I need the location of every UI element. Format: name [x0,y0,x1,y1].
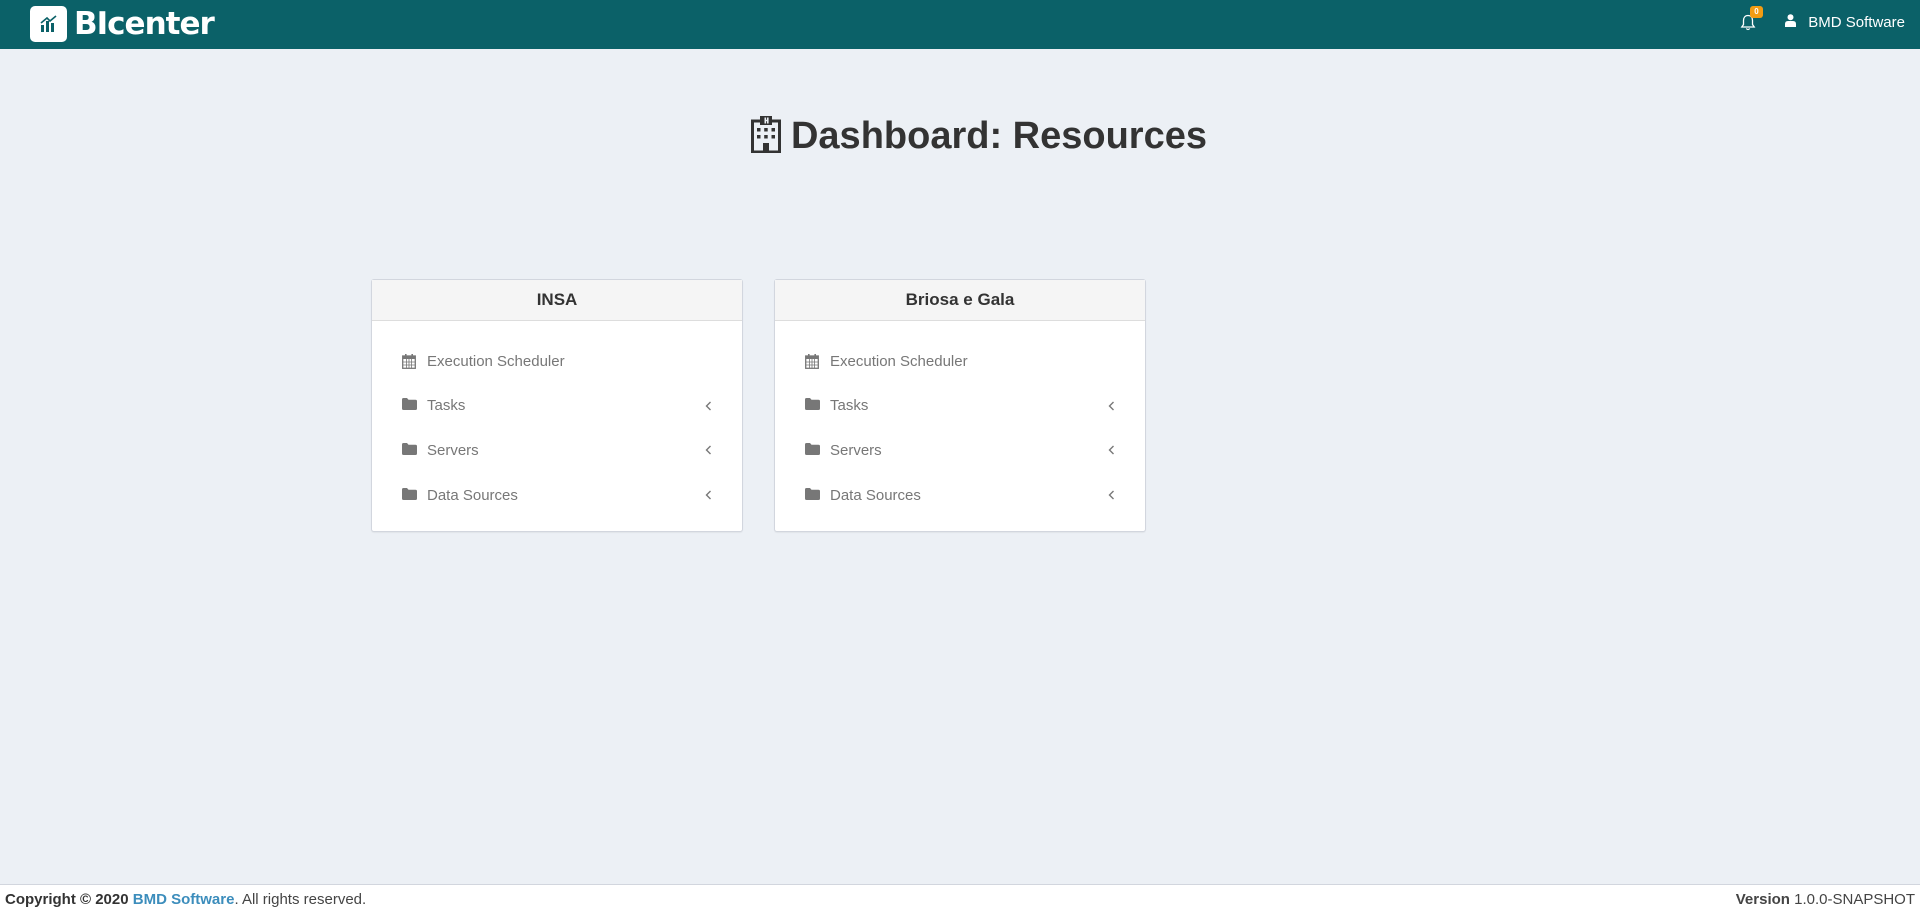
version-value: 1.0.0-SNAPSHOT [1794,891,1915,908]
page-header: Dashboard: Resources [0,115,1920,158]
top-navbar: BIcenter 0 BMD Software [0,0,1920,49]
user-icon [1785,14,1808,31]
menu-item-label: Execution Scheduler [427,352,565,370]
menu-item-label: Servers [427,441,479,459]
rights-text: . All rights reserved. [234,891,367,908]
menu-item-servers[interactable]: Servers [372,428,742,473]
copyright-prefix: Copyright © 2020 [5,891,129,908]
notifications-button[interactable]: 0 [1737,6,1763,36]
chevron-left-icon[interactable] [1108,442,1115,459]
copyright-notice: Copyright © 2020 BMD Software. All right… [5,891,366,908]
notification-count-badge: 0 [1750,6,1763,18]
resource-menu: Execution Scheduler Tasks Servers Data S… [372,321,742,517]
brand-name: BIcenter [74,6,215,42]
page-title: Dashboard: Resources [790,115,1207,157]
chevron-left-icon[interactable] [705,442,712,459]
chevron-left-icon[interactable] [705,398,712,415]
folder-icon [805,442,820,458]
calendar-icon [402,353,417,369]
folder-icon [402,398,417,413]
folder-icon [402,442,417,458]
menu-item-label: Tasks [830,397,869,415]
user-name: BMD Software [1808,14,1905,31]
menu-item-tasks[interactable]: Tasks [775,384,1145,429]
resource-menu: Execution Scheduler Tasks Servers Data S… [775,321,1145,517]
menu-item-execution-scheduler[interactable]: Execution Scheduler [775,339,1145,384]
menu-item-execution-scheduler[interactable]: Execution Scheduler [372,339,742,384]
chevron-left-icon[interactable] [1108,487,1115,504]
user-menu[interactable]: BMD Software [1785,14,1905,31]
version-label: Version [1735,891,1790,908]
brand-logo[interactable]: BIcenter [30,6,215,42]
bar-chart-icon [30,6,67,42]
card-title: INSA [372,280,742,321]
chevron-left-icon[interactable] [705,487,712,504]
menu-item-label: Tasks [427,397,466,415]
folder-icon [805,487,820,503]
card-title: Briosa e Gala [775,280,1145,321]
menu-item-servers[interactable]: Servers [775,428,1145,473]
menu-item-label: Data Sources [830,486,921,504]
folder-icon [805,398,820,413]
page-footer: Copyright © 2020 BMD Software. All right… [0,884,1920,914]
menu-item-label: Data Sources [427,486,518,504]
chevron-left-icon[interactable] [1108,398,1115,415]
menu-item-label: Servers [830,441,882,459]
menu-item-data-sources[interactable]: Data Sources [372,473,742,518]
organization-card-insa: INSA Execution Scheduler Tasks Servers D… [371,279,743,532]
menu-item-tasks[interactable]: Tasks [372,384,742,429]
organization-card-briosa-e-gala: Briosa e Gala Execution Scheduler Tasks … [774,279,1146,532]
menu-item-label: Execution Scheduler [830,352,968,370]
version-info: Version 1.0.0-SNAPSHOT [1736,891,1915,908]
calendar-icon [805,353,820,369]
hospital-building-icon [750,115,781,158]
menu-item-data-sources[interactable]: Data Sources [775,473,1145,518]
folder-icon [402,487,417,503]
company-link[interactable]: BMD Software [133,891,235,908]
